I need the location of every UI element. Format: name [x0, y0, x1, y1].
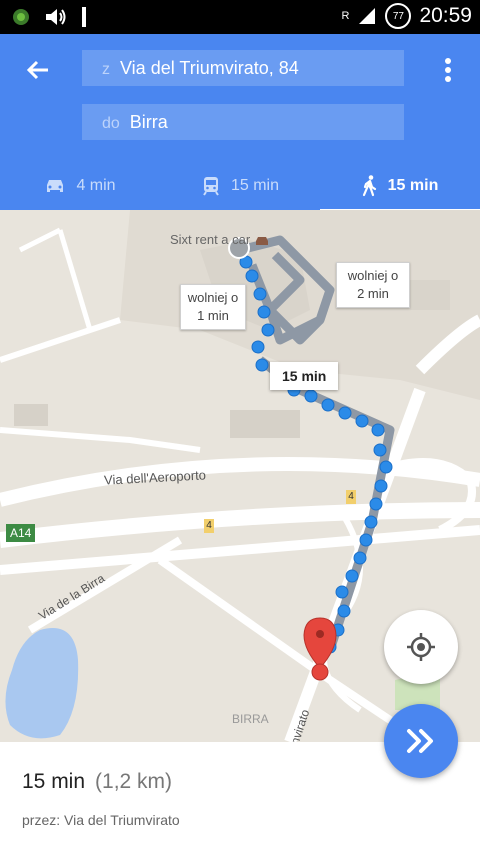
status-time: 20:59 — [419, 4, 472, 27]
route-summary-line: 15 min (1,2 km) — [22, 770, 172, 794]
destination-value: Birra — [129, 112, 168, 132]
walking-time: 15 min — [387, 177, 439, 194]
network-type: R — [341, 10, 350, 22]
alt-route-1-line1: wolniej o — [187, 290, 239, 305]
back-arrow-icon[interactable] — [22, 54, 54, 86]
destination-prefix: do — [102, 115, 120, 132]
poi-label: Sixt rent a car — [170, 232, 251, 247]
double-chevron-icon — [407, 729, 433, 753]
origin-value: Via del Triumvirato, 84 — [120, 58, 299, 78]
origin-field[interactable]: z Via del Triumvirato, 84 — [82, 50, 404, 86]
my-location-button[interactable] — [384, 610, 458, 684]
volume-icon — [46, 9, 66, 25]
route-via: przez: Via del Triumvirato — [22, 812, 180, 828]
tab-driving[interactable]: 4 min — [0, 162, 160, 210]
tab-transit[interactable]: 15 min — [160, 162, 320, 210]
travel-mode-tabs: 4 min 15 min 15 min — [0, 162, 480, 212]
start-navigation-button[interactable] — [384, 704, 458, 778]
directions-header: z Via del Triumvirato, 84 do Birra 4 min 1… — [0, 34, 480, 212]
alt-route-2-line1: wolniej o — [347, 268, 399, 283]
app-notification-icon — [13, 9, 29, 25]
route-distance: (1,2 km) — [95, 770, 173, 793]
road-badge: 4 — [204, 519, 214, 533]
alt-route-2-line2: 2 min — [357, 286, 389, 301]
route-time-bubble[interactable]: 15 min — [270, 362, 339, 390]
tab-walking[interactable]: 15 min — [320, 162, 480, 212]
place-label-birra: BIRRA — [232, 712, 269, 726]
driving-time: 4 min — [76, 177, 116, 194]
route-duration: 15 min — [22, 770, 86, 793]
more-vert-icon[interactable] — [438, 54, 458, 86]
status-bar: R 77 20:59 — [0, 0, 480, 34]
alt-route-1-line2: 1 min — [197, 308, 229, 323]
transit-time: 15 min — [230, 177, 280, 194]
walk-icon — [362, 175, 376, 197]
crosshair-icon — [407, 633, 435, 661]
battery-icon: 77 — [385, 3, 412, 29]
train-icon — [203, 177, 219, 196]
signal-icon — [359, 8, 376, 24]
car-rental-icon — [256, 237, 268, 245]
alt-route-bubble-1[interactable]: wolniej o 1 min — [180, 284, 246, 330]
destination-field[interactable]: do Birra — [82, 104, 404, 140]
highway-badge: A14 — [6, 524, 36, 542]
alt-route-bubble-2[interactable]: wolniej o 2 min — [336, 262, 410, 308]
vibrate-icon — [82, 7, 86, 27]
origin-prefix: z — [102, 61, 110, 78]
battery-level: 77 — [392, 10, 404, 22]
car-icon — [47, 180, 64, 192]
road-badge: 4 — [346, 490, 356, 504]
